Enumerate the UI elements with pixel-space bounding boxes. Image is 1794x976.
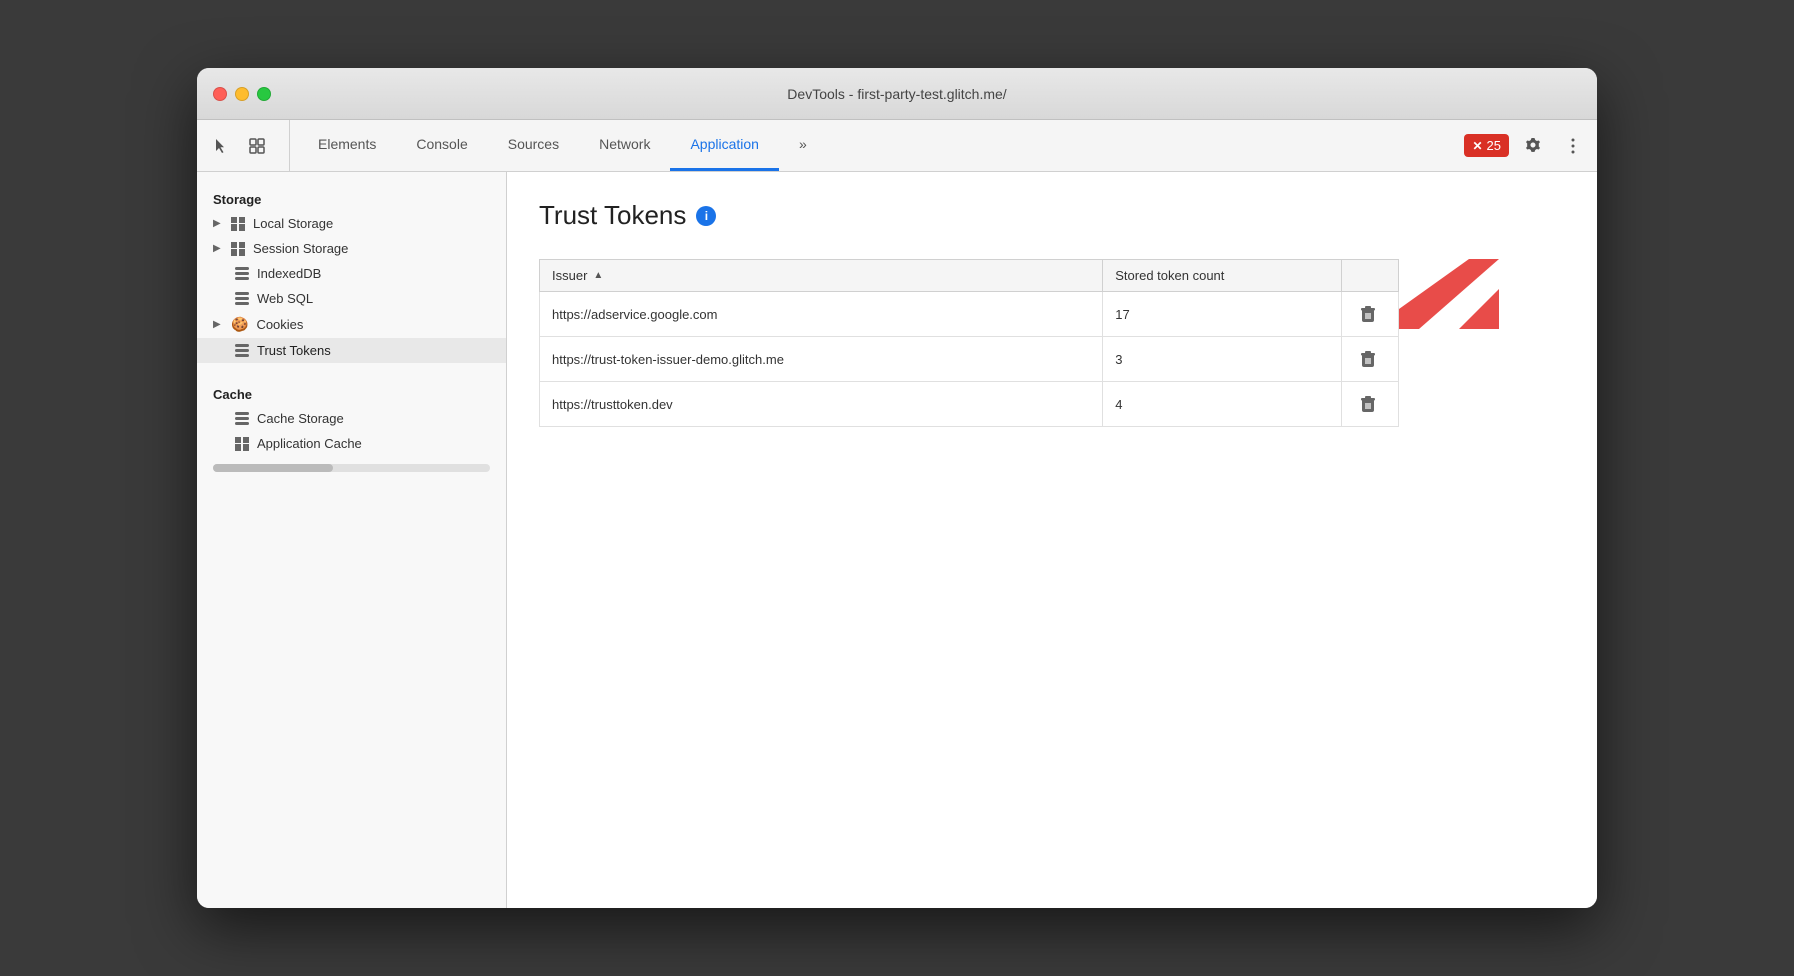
issuer-cell: https://trusttoken.dev [540,382,1103,427]
devtools-window: DevTools - first-party-test.glitch.me/ E… [197,68,1597,908]
tab-sources[interactable]: Sources [488,120,579,171]
sidebar-item-cache-storage[interactable]: Cache Storage [197,406,506,431]
tab-elements[interactable]: Elements [298,120,396,171]
page-title-row: Trust Tokens i [539,200,1565,231]
tabs: Elements Console Sources Network Applica… [298,120,1456,171]
sidebar-item-indexeddb[interactable]: IndexedDB [197,261,506,286]
tab-application[interactable]: Application [670,120,779,171]
arrow-icon: ▶ [213,243,223,254]
delete-button[interactable] [1354,390,1382,418]
delete-button[interactable] [1354,300,1382,328]
token-count-cell: 4 [1103,382,1341,427]
arrow-icon: ▶ [213,319,223,330]
maximize-button[interactable] [257,87,271,101]
scrollbar-thumb[interactable] [213,464,333,472]
inspect-icon[interactable] [241,130,273,162]
delete-button[interactable] [1354,345,1382,373]
col-token-count-header[interactable]: Stored token count [1103,260,1341,292]
token-count-cell: 17 [1103,292,1341,337]
main-content: Trust Tokens i [507,172,1597,908]
cookies-icon: 🍪 [231,316,248,333]
action-cell [1341,337,1398,382]
session-storage-icon [231,242,245,256]
tab-console[interactable]: Console [396,120,487,171]
more-options-icon[interactable] [1557,130,1589,162]
web-sql-icon [235,292,249,306]
sort-icon: ▲ [593,270,603,281]
cache-storage-icon [235,412,249,426]
toolbar: Elements Console Sources Network Applica… [197,120,1597,172]
toolbar-right: ✕ 25 [1456,120,1589,171]
cursor-icon[interactable] [205,130,237,162]
error-icon: ✕ [1472,139,1482,153]
toolbar-icons [205,120,290,171]
content-area: Storage ▶ Local Storage ▶ Session Storag… [197,172,1597,908]
window-title: DevTools - first-party-test.glitch.me/ [787,86,1006,102]
arrow-annotation [1399,249,1499,344]
table-row: https://adservice.google.com 17 [540,292,1399,337]
page-title: Trust Tokens [539,200,686,231]
action-cell [1341,382,1398,427]
sidebar-item-web-sql[interactable]: Web SQL [197,286,506,311]
error-badge[interactable]: ✕ 25 [1464,134,1509,157]
sidebar-item-application-cache[interactable]: Application Cache [197,431,506,456]
sidebar-item-trust-tokens[interactable]: Trust Tokens [197,338,506,363]
application-cache-icon [235,437,249,451]
table-wrapper: Issuer ▲ Stored token count [539,259,1399,427]
issuer-cell: https://adservice.google.com [540,292,1103,337]
trust-tokens-icon [235,344,249,358]
col-actions-header [1341,260,1398,292]
sidebar-item-local-storage[interactable]: ▶ Local Storage [197,211,506,236]
col-issuer-header[interactable]: Issuer ▲ [540,260,1103,292]
settings-icon[interactable] [1517,130,1549,162]
sidebar: Storage ▶ Local Storage ▶ Session Storag… [197,172,507,908]
table-row: https://trusttoken.dev 4 [540,382,1399,427]
issuer-cell: https://trust-token-issuer-demo.glitch.m… [540,337,1103,382]
titlebar: DevTools - first-party-test.glitch.me/ [197,68,1597,120]
indexeddb-icon [235,267,249,281]
sidebar-item-cookies[interactable]: ▶ 🍪 Cookies [197,311,506,338]
minimize-button[interactable] [235,87,249,101]
table-row: https://trust-token-issuer-demo.glitch.m… [540,337,1399,382]
tab-network[interactable]: Network [579,120,670,171]
action-cell [1341,292,1398,337]
tab-more[interactable]: » [779,120,827,171]
token-count-cell: 3 [1103,337,1341,382]
cache-section-title: Cache [197,379,506,406]
scrollbar[interactable] [213,464,490,472]
close-button[interactable] [213,87,227,101]
traffic-lights [213,87,271,101]
info-icon[interactable]: i [696,206,716,226]
arrow-icon: ▶ [213,218,223,229]
local-storage-icon [231,217,245,231]
scrollbar-area [197,456,506,472]
trust-tokens-table: Issuer ▲ Stored token count [539,259,1399,427]
storage-section-title: Storage [197,184,506,211]
sidebar-item-session-storage[interactable]: ▶ Session Storage [197,236,506,261]
main-inner: Trust Tokens i [507,172,1597,460]
